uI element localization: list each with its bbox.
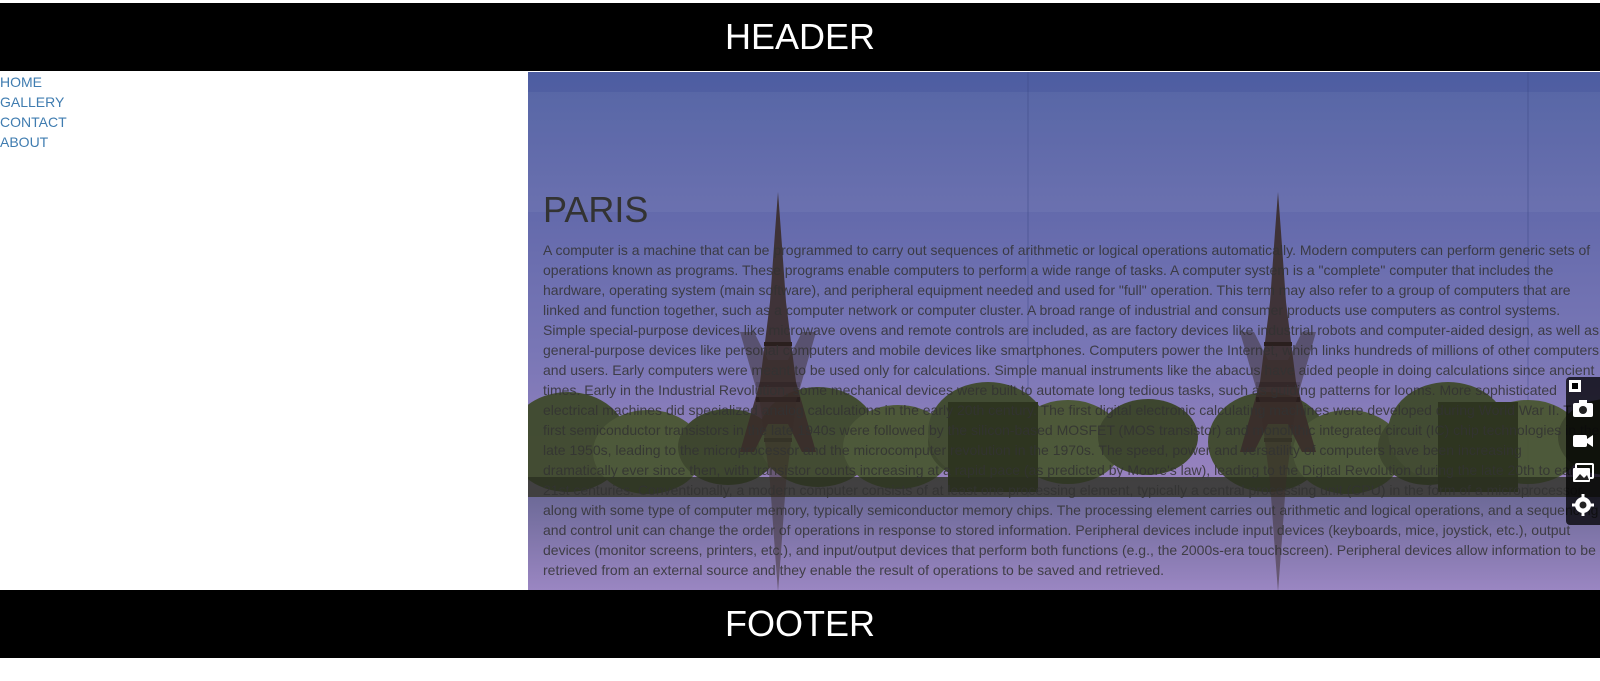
hero-section: PARIS A computer is a machine that can b… — [528, 72, 1600, 590]
footer-title: FOOTER — [725, 603, 875, 644]
page-title: PARIS — [543, 189, 649, 230]
side-nav: HOME GALLERY CONTACT ABOUT — [0, 72, 528, 152]
article: PARIS A computer is a machine that can b… — [543, 190, 1600, 580]
header-title: HEADER — [724, 16, 876, 57]
nav-link-about[interactable]: ABOUT — [0, 132, 528, 152]
page-header: HEADER — [0, 3, 1600, 71]
gallery-icon[interactable] — [1571, 461, 1595, 485]
gear-icon[interactable] — [1571, 493, 1595, 517]
nav-link-gallery[interactable]: GALLERY — [0, 92, 528, 112]
page-footer: FOOTER — [0, 590, 1600, 658]
nav-link-contact[interactable]: CONTACT — [0, 112, 528, 132]
video-icon[interactable] — [1571, 429, 1595, 453]
nav-link-home[interactable]: HOME — [0, 72, 528, 92]
camera-icon[interactable] — [1571, 397, 1595, 421]
pin-icon[interactable] — [1568, 379, 1582, 393]
article-body: A computer is a machine that can be prog… — [543, 242, 1600, 578]
floating-toolbar — [1566, 377, 1600, 525]
